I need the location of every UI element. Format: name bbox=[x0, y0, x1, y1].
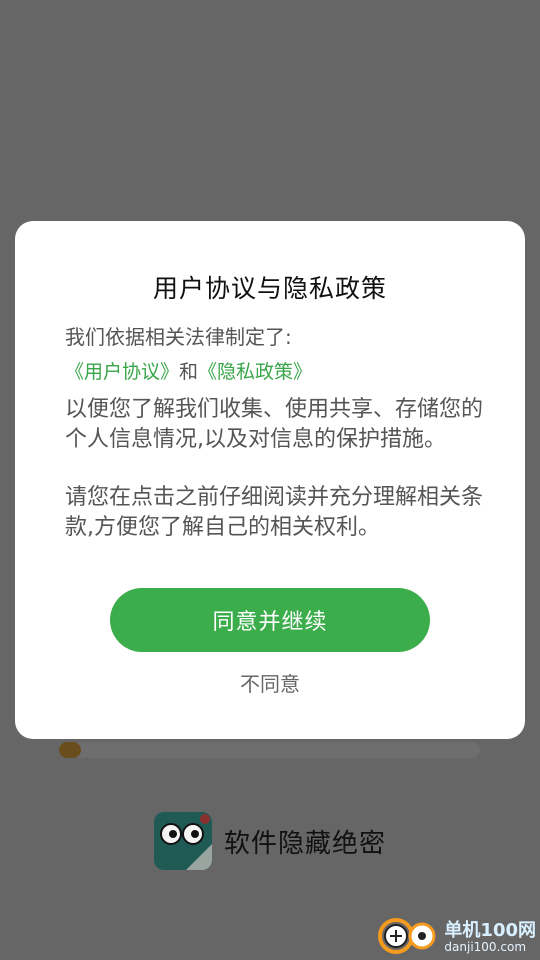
agree-continue-button[interactable]: 同意并继续 bbox=[110, 588, 430, 652]
dialog-title: 用户协议与隐私政策 bbox=[152, 274, 387, 303]
dialog-paragraph-2: 请您在点击之前仔细阅读并充分理解相关条款,方便您了解自己的相关权利。 bbox=[65, 485, 484, 540]
watermark-url: danji100.com bbox=[444, 940, 527, 955]
agreement-links: 《用户协议》和《隐私政策》 bbox=[65, 357, 485, 384]
dialog-intro: 我们依据相关法律制定了: bbox=[65, 325, 292, 349]
danji-logo-icon bbox=[378, 918, 440, 958]
app-eyes-icon bbox=[154, 812, 212, 870]
disagree-button[interactable]: 不同意 bbox=[195, 667, 345, 697]
privacy-policy-link[interactable]: 《隐私政策》 bbox=[198, 361, 312, 383]
user-agreement-link[interactable]: 《用户协议》 bbox=[65, 361, 179, 383]
watermark-title: 单机100网 bbox=[444, 920, 536, 942]
app-brand: 软件隐藏绝密 bbox=[154, 812, 386, 870]
loading-progress-fill bbox=[59, 742, 81, 758]
loading-progress-bar bbox=[59, 742, 480, 758]
app-name: 软件隐藏绝密 bbox=[224, 828, 387, 859]
watermark: 单机100网 danji100.com bbox=[378, 918, 536, 958]
dialog-paragraph-1: 以便您了解我们收集、使用共享、存储您的个人信息情况,以及对信息的保护措施。 bbox=[65, 397, 484, 452]
and-text: 和 bbox=[179, 361, 199, 383]
privacy-dialog: 用户协议与隐私政策 我们依据相关法律制定了: 《用户协议》和《隐私政策》 以便您… bbox=[15, 221, 525, 739]
